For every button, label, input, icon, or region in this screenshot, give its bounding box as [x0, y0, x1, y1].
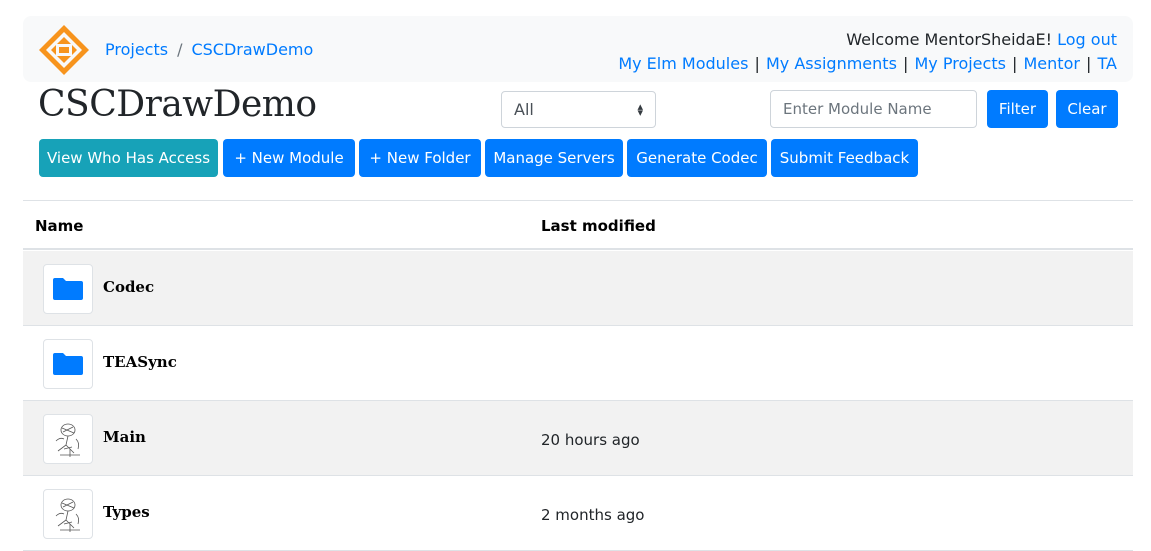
top-navbar: Projects / CSCDrawDemo Welcome MentorShe…: [23, 16, 1133, 82]
submit-feedback-button[interactable]: Submit Feedback: [771, 139, 918, 177]
row-name[interactable]: Main: [103, 428, 146, 446]
header-last-modified: Last modified: [541, 217, 656, 235]
view-access-button[interactable]: View Who Has Access: [39, 139, 218, 177]
filter-button[interactable]: Filter: [987, 90, 1048, 128]
module-sketch-icon: [43, 414, 93, 464]
clear-button[interactable]: Clear: [1056, 90, 1118, 128]
row-name[interactable]: Codec: [103, 278, 154, 296]
page-title: CSCDrawDemo: [38, 84, 317, 125]
module-name-input[interactable]: [770, 90, 977, 128]
logout-link[interactable]: Log out: [1057, 30, 1117, 49]
generate-codec-button[interactable]: Generate Codec: [627, 139, 767, 177]
folder-icon: [43, 339, 93, 389]
nav-ta[interactable]: TA: [1098, 54, 1117, 73]
select-arrows-icon: ▴ ▾: [637, 99, 643, 119]
breadcrumb-current-link[interactable]: CSCDrawDemo: [191, 40, 313, 59]
row-modified: 2 months ago: [541, 506, 645, 524]
select-value: All: [514, 100, 534, 119]
logo-icon[interactable]: [38, 24, 90, 76]
row-name[interactable]: TEASync: [103, 353, 177, 371]
table-row[interactable]: Main 20 hours ago: [23, 401, 1133, 476]
table-row[interactable]: Codec: [23, 251, 1133, 326]
header-name: Name: [35, 217, 84, 235]
nav-separator: |: [1086, 54, 1092, 73]
user-menu: Welcome MentorSheidaE! Log out My Elm Mo…: [618, 28, 1117, 76]
nav-separator: |: [903, 54, 909, 73]
new-folder-button[interactable]: + New Folder: [359, 139, 481, 177]
type-filter-select[interactable]: All ▴ ▾: [501, 91, 656, 128]
module-sketch-icon: [43, 489, 93, 539]
nav-my-elm-modules[interactable]: My Elm Modules: [618, 54, 748, 73]
breadcrumb-projects-link[interactable]: Projects: [105, 40, 168, 59]
manage-servers-button[interactable]: Manage Servers: [485, 139, 623, 177]
row-name[interactable]: Types: [103, 503, 150, 521]
row-modified: 20 hours ago: [541, 431, 640, 449]
welcome-text: Welcome MentorSheidaE!: [846, 30, 1053, 49]
nav-my-projects[interactable]: My Projects: [914, 54, 1005, 73]
nav-separator: |: [1012, 54, 1018, 73]
breadcrumb: Projects / CSCDrawDemo: [105, 40, 313, 59]
breadcrumb-separator: /: [177, 40, 183, 59]
folder-icon: [43, 264, 93, 314]
table-header: Name Last modified: [23, 201, 1133, 250]
table-row[interactable]: TEASync: [23, 326, 1133, 401]
nav-my-assignments[interactable]: My Assignments: [766, 54, 897, 73]
new-module-button[interactable]: + New Module: [223, 139, 355, 177]
nav-separator: |: [754, 54, 760, 73]
nav-mentor[interactable]: Mentor: [1024, 54, 1080, 73]
table-row[interactable]: Types 2 months ago: [23, 476, 1133, 551]
